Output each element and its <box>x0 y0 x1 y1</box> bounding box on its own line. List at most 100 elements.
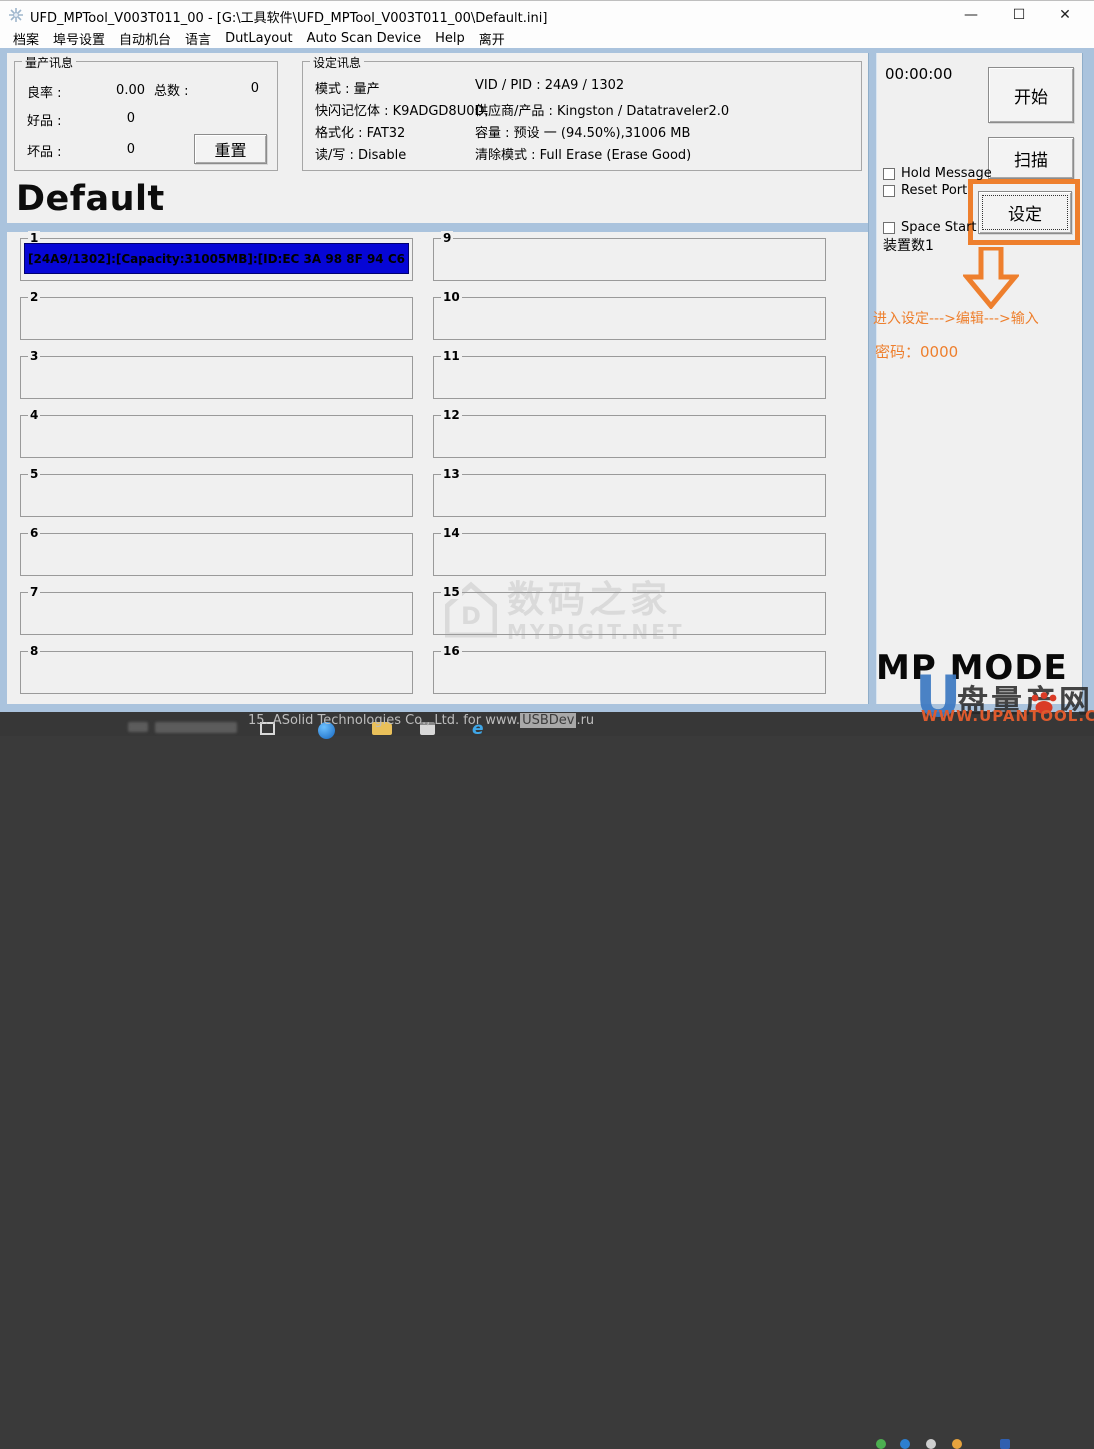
device-entry[interactable]: [24A9/1302]:[Capacity:31005MB]:[ID:EC 3A… <box>24 243 409 274</box>
slot-number: 8 <box>28 644 40 658</box>
elapsed-timer: 00:00:00 <box>885 65 952 83</box>
menu-help[interactable]: Help <box>428 31 472 46</box>
slot-number: 15 <box>441 585 462 599</box>
bad-label: 坏品 : <box>27 141 62 160</box>
device-slot-15: 15 <box>433 592 826 635</box>
annotation-line2: 密码：0000 <box>875 341 958 362</box>
profile-name: Default <box>16 179 165 219</box>
good-value: 0 <box>95 111 135 126</box>
hold-message-label: Hold Message <box>901 166 992 181</box>
mode-row: 模式 : 量产 <box>315 78 380 97</box>
device-slot-6: 6 <box>20 533 413 576</box>
app-icon <box>8 7 24 23</box>
usbdev-suffix: .ru <box>576 713 594 728</box>
production-info-groupbox: 量产讯息 良率 : 0.00 总数 : 0 好品 : 0 坏品 : 0 重置 <box>14 61 278 171</box>
menu-auto-machine[interactable]: 自动机台 <box>112 29 178 48</box>
device-count-label: 装置数1 <box>883 235 934 255</box>
settings-button[interactable]: 设定 <box>978 191 1072 234</box>
device-slot-1: 1[24A9/1302]:[Capacity:31005MB]:[ID:EC 3… <box>20 238 413 281</box>
checkbox-box[interactable] <box>883 168 895 180</box>
usbdev-chip: USBDev <box>520 713 576 728</box>
device-slot-3: 3 <box>20 356 413 399</box>
slot-grid: D 数码之家 MYDIGIT.NET 1[24A9/1302]:[Capacit… <box>7 232 868 704</box>
slot-number: 14 <box>441 526 462 540</box>
annotation-line1: 进入设定--->编辑--->输入 <box>873 308 1039 328</box>
tray-icon-gray[interactable] <box>926 1439 936 1449</box>
total-label: 总数 : <box>154 80 189 99</box>
production-info-title: 量产讯息 <box>22 54 76 71</box>
reset-port-label: Reset Port <box>901 183 967 198</box>
menu-bar: 档案 埠号设置 自动机台 语言 DutLayout Auto Scan Devi… <box>0 29 1094 48</box>
readwrite-row: 读/写 : Disable <box>315 144 406 163</box>
vidpid-row: VID / PID : 24A9 / 1302 <box>475 78 624 93</box>
tray-icon-green[interactable] <box>876 1439 886 1449</box>
yield-label: 良率 : <box>27 82 62 101</box>
control-sidebar: 00:00:00 开始 扫描 设定 Hold Message Reset Por… <box>877 53 1082 704</box>
slot-number: 11 <box>441 349 462 363</box>
minimize-button[interactable]: — <box>956 1 986 29</box>
app-window: UFD_MPTool_V003T011_00 - [G:\工具软件\UFD_MP… <box>0 0 1094 712</box>
tray-icon-orange[interactable] <box>952 1439 962 1449</box>
device-slot-9: 9 <box>433 238 826 281</box>
slot-number: 4 <box>28 408 40 422</box>
device-slot-13: 13 <box>433 474 826 517</box>
menu-file[interactable]: 档案 <box>6 29 46 48</box>
slot-number: 5 <box>28 467 40 481</box>
tray-icon-square[interactable] <box>1000 1439 1010 1449</box>
slot-number: 12 <box>441 408 462 422</box>
flash-row: 快闪记忆体 : K9ADGD8U0D, <box>315 100 489 119</box>
menu-exit[interactable]: 离开 <box>472 29 512 48</box>
menu-auto-scan-device[interactable]: Auto Scan Device <box>300 31 429 46</box>
checkbox-box[interactable] <box>883 222 895 234</box>
start-button[interactable]: 开始 <box>988 67 1074 123</box>
window-title: UFD_MPTool_V003T011_00 - [G:\工具软件\UFD_MP… <box>30 7 547 26</box>
slot-number: 9 <box>441 231 453 245</box>
close-button[interactable]: ✕ <box>1050 1 1080 29</box>
right-frame-line <box>1082 53 1083 704</box>
taskbar-text-blob <box>155 722 237 733</box>
capacity-row: 容量 : 预设 一 (94.50%),31006 MB <box>475 122 690 141</box>
info-section: 量产讯息 良率 : 0.00 总数 : 0 好品 : 0 坏品 : 0 重置 设… <box>7 53 868 223</box>
mp-mode-label: MP MODE <box>876 648 1068 688</box>
device-slot-4: 4 <box>20 415 413 458</box>
scan-button[interactable]: 扫描 <box>988 137 1074 179</box>
device-slot-10: 10 <box>433 297 826 340</box>
usbdev-watermark: 15. ASolid Technologies Co., Ltd. for ww… <box>248 713 594 728</box>
maximize-button[interactable]: ☐ <box>1004 1 1034 29</box>
slot-number: 16 <box>441 644 462 658</box>
checkbox-box[interactable] <box>883 185 895 197</box>
slot-number: 7 <box>28 585 40 599</box>
slot-number: 13 <box>441 467 462 481</box>
slot-number: 3 <box>28 349 40 363</box>
tray-icon-blue[interactable] <box>900 1439 910 1449</box>
menu-port-settings[interactable]: 埠号设置 <box>46 29 112 48</box>
reset-port-checkbox[interactable]: Reset Port <box>883 183 967 198</box>
slot-number: 2 <box>28 290 40 304</box>
reset-button[interactable]: 重置 <box>194 134 267 164</box>
bad-value: 0 <box>95 142 135 157</box>
slot-number: 6 <box>28 526 40 540</box>
good-label: 好品 : <box>27 110 62 129</box>
device-slot-5: 5 <box>20 474 413 517</box>
device-slot-16: 16 <box>433 651 826 694</box>
device-slot-8: 8 <box>20 651 413 694</box>
taskbar-text-blob <box>128 722 148 732</box>
device-slot-14: 14 <box>433 533 826 576</box>
settings-info-groupbox: 设定讯息 模式 : 量产 快闪记忆体 : K9ADGD8U0D, 格式化 : F… <box>302 61 862 171</box>
hold-message-checkbox[interactable]: Hold Message <box>883 166 992 181</box>
yield-value: 0.00 <box>95 83 145 98</box>
title-bar: UFD_MPTool_V003T011_00 - [G:\工具软件\UFD_MP… <box>0 1 1094 29</box>
space-start-checkbox[interactable]: Space Start <box>883 220 977 235</box>
erase-mode-row: 清除模式 : Full Erase (Erase Good) <box>475 144 691 163</box>
device-slot-11: 11 <box>433 356 826 399</box>
space-start-label: Space Start <box>901 220 977 235</box>
down-arrow-icon <box>963 247 1019 309</box>
settings-info-title: 设定讯息 <box>310 54 364 71</box>
client-area: 量产讯息 良率 : 0.00 总数 : 0 好品 : 0 坏品 : 0 重置 设… <box>0 48 1094 713</box>
device-slot-7: 7 <box>20 592 413 635</box>
device-slot-2: 2 <box>20 297 413 340</box>
menu-language[interactable]: 语言 <box>178 29 218 48</box>
device-slot-12: 12 <box>433 415 826 458</box>
menu-dutlayout[interactable]: DutLayout <box>218 31 300 46</box>
format-row: 格式化 : FAT32 <box>315 122 405 141</box>
